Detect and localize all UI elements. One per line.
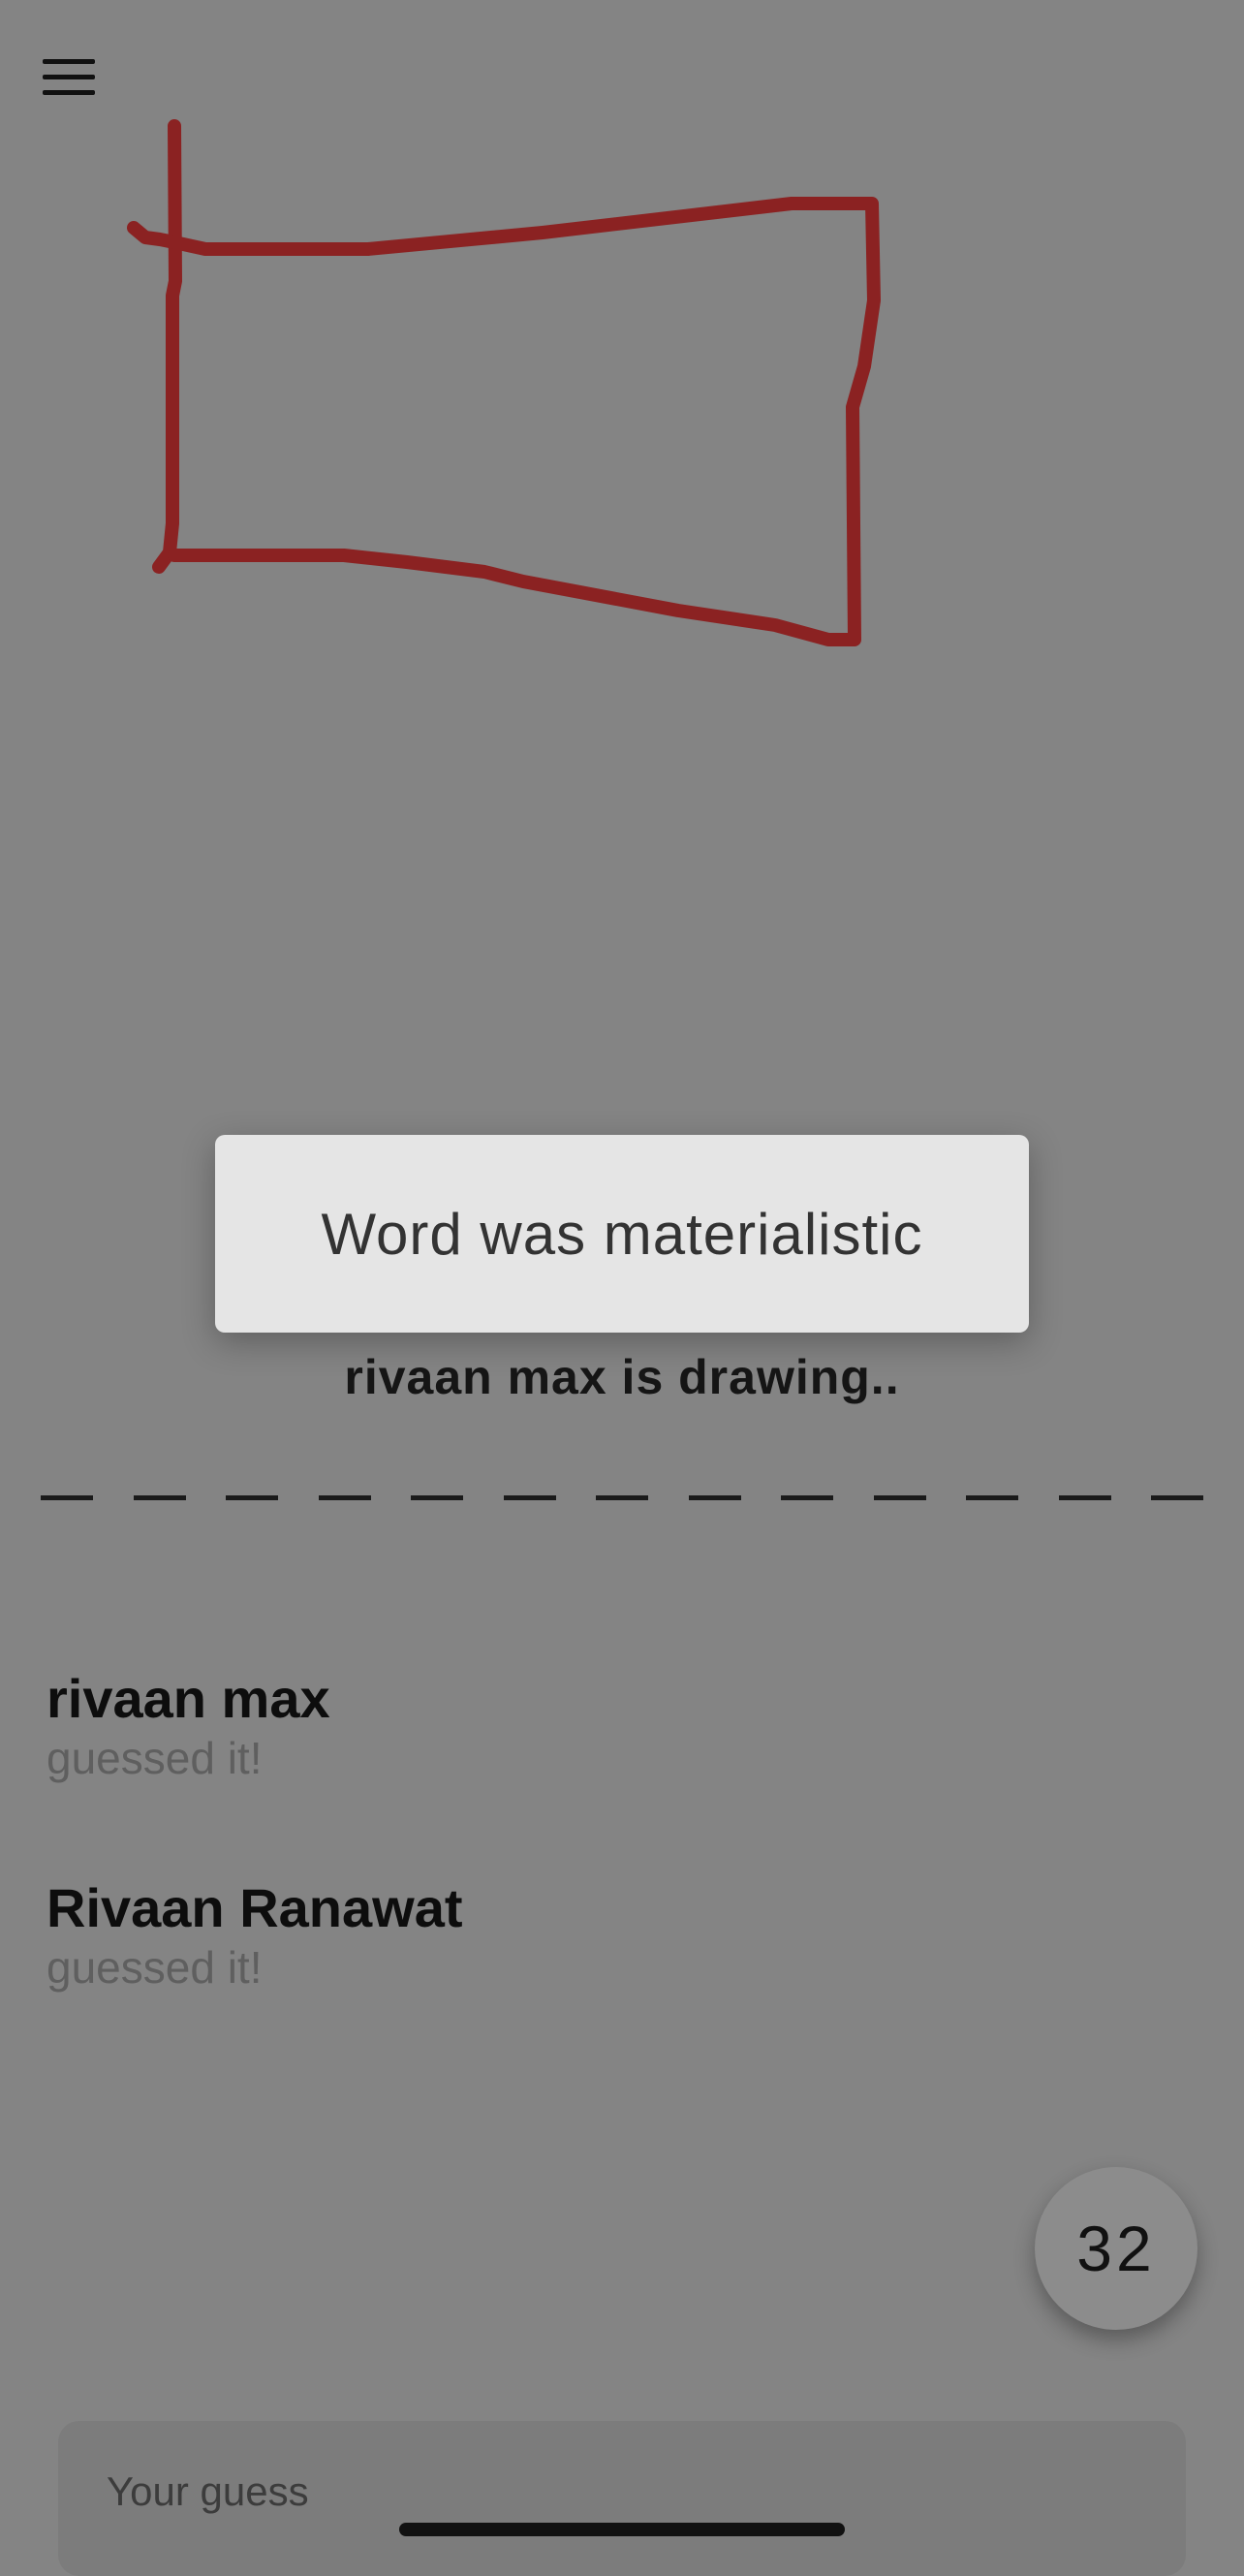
list-item: Rivaan Ranawat guessed it!: [47, 1874, 1190, 2084]
letter-blank: [1058, 1494, 1111, 1500]
guess-list: rivaan max guessed it! Rivaan Ranawat gu…: [47, 1665, 1190, 2084]
drawing-stroke-rectangle: [127, 197, 881, 646]
letter-blank: [1151, 1494, 1203, 1500]
player-name: Rivaan Ranawat: [47, 1877, 463, 1938]
list-item: rivaan max guessed it!: [47, 1665, 1190, 1874]
letter-blank: [966, 1494, 1018, 1500]
guess-input-container[interactable]: [58, 2421, 1186, 2576]
drawing-canvas[interactable]: [0, 0, 1244, 1115]
word-reveal-text: Word was materialistic: [321, 1201, 923, 1267]
letter-blank: [781, 1494, 833, 1500]
letter-blank: [133, 1494, 186, 1500]
home-indicator: [399, 2523, 845, 2536]
letter-blank: [41, 1494, 93, 1500]
drawing-stroke-vertical: [152, 119, 182, 574]
drawer-status: rivaan max is drawing..: [344, 1350, 900, 1404]
letter-blank: [596, 1494, 648, 1500]
letter-blank: [873, 1494, 926, 1500]
word-blanks: [41, 1486, 1203, 1509]
guess-input[interactable]: [105, 2460, 1135, 2524]
guess-status: guessed it!: [47, 1733, 263, 1783]
letter-blank: [226, 1494, 278, 1500]
word-reveal-dialog: Word was materialistic: [215, 1135, 1029, 1333]
letter-blank: [411, 1494, 463, 1500]
timer-badge: 32: [1035, 2167, 1197, 2330]
letter-blank: [688, 1494, 741, 1500]
guess-status: guessed it!: [47, 1942, 263, 1993]
letter-blank: [503, 1494, 556, 1500]
player-name: rivaan max: [47, 1668, 330, 1729]
letter-blank: [318, 1494, 371, 1500]
